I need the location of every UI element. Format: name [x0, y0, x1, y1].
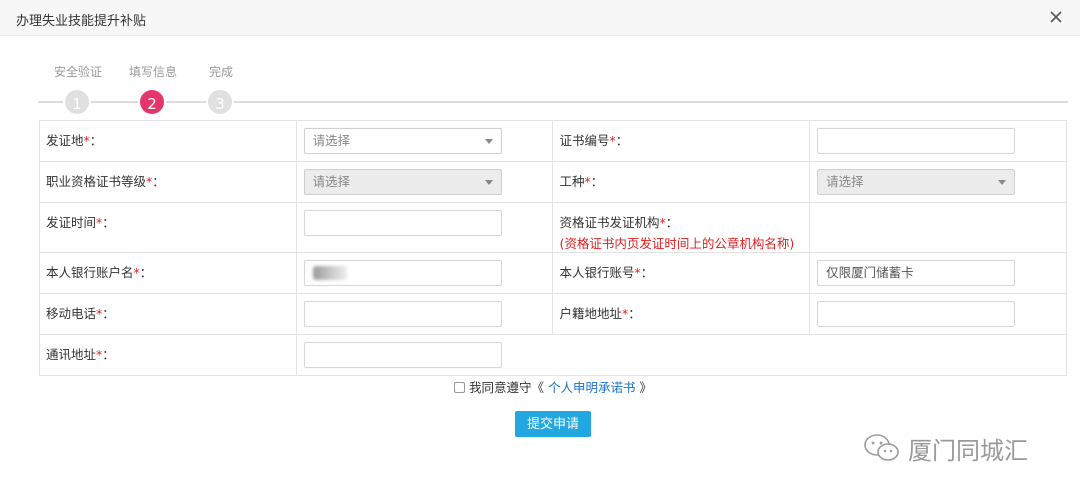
- household-address-input[interactable]: [817, 301, 1016, 327]
- cert-number-input[interactable]: [817, 128, 1016, 154]
- cert-date-input[interactable]: [303, 210, 502, 236]
- watermark-text: 厦门同城汇: [908, 436, 1028, 465]
- agreement-prefix: 我同意遵守《: [469, 380, 545, 395]
- cert-place-label: 发证地*：: [39, 120, 297, 162]
- mail-address-input[interactable]: [303, 342, 502, 368]
- step-fill-info: 填写信息 2: [118, 62, 188, 116]
- step-number: 2: [138, 88, 166, 116]
- mobile-input[interactable]: [303, 301, 502, 327]
- mail-address-label: 通讯地址*：: [39, 334, 297, 376]
- step-security-verification: 安全验证 1: [43, 62, 113, 116]
- application-form: 发证地*： 请选择 证书编号*： 职业资格证书等级*： 请选择 工种*： 请选择…: [39, 120, 1068, 376]
- mobile-label: 移动电话*：: [39, 293, 297, 335]
- step-label: 安全验证: [53, 65, 102, 79]
- step-label: 填写信息: [128, 65, 177, 79]
- redacted-name: [312, 266, 347, 280]
- wechat-icon: [864, 434, 899, 461]
- step-label: 完成: [208, 65, 233, 79]
- household-address-label: 户籍地地址*：: [552, 293, 811, 335]
- agreement-link[interactable]: 个人申明承诺书: [544, 380, 639, 395]
- cert-level-select[interactable]: 请选择: [303, 169, 502, 195]
- job-type-select[interactable]: 请选择: [817, 169, 1016, 195]
- step-number: 1: [63, 88, 91, 116]
- chevron-down-icon: [484, 139, 493, 144]
- submit-button[interactable]: 提交申请: [515, 411, 591, 437]
- chevron-down-icon: [484, 180, 493, 185]
- job-type-label: 工种*：: [552, 161, 811, 203]
- dialog-header: 办理失业技能提升补贴: [0, 0, 1080, 36]
- step-complete: 完成 3: [186, 62, 256, 116]
- agreement-row: 我同意遵守《 个人申明承诺书 》: [454, 377, 652, 396]
- cert-level-label: 职业资格证书等级*：: [39, 161, 297, 203]
- chevron-down-icon: [998, 180, 1007, 185]
- progress-line: [38, 101, 1068, 103]
- bank-account-name-label: 本人银行账户名*：: [39, 252, 297, 294]
- cert-date-label: 发证时间*：: [39, 202, 297, 253]
- agreement-checkbox[interactable]: [454, 382, 465, 393]
- dialog-title: 办理失业技能提升补贴: [16, 14, 147, 29]
- bank-account-number-label: 本人银行账号*：: [552, 252, 811, 294]
- agreement-suffix: 》: [639, 380, 652, 395]
- bank-account-number-input[interactable]: 仅限厦门储蓄卡: [817, 260, 1016, 286]
- cert-authority-value: [809, 202, 1067, 253]
- progress-steps: 安全验证 1 填写信息 2 完成 3: [38, 62, 1068, 118]
- cert-authority-label: 资格证书发证机构*： (资格证书内页发证时间上的公章机构名称): [552, 202, 811, 253]
- watermark: 厦门同城汇: [862, 430, 1028, 466]
- cert-authority-note: (资格证书内页发证时间上的公章机构名称): [559, 236, 795, 251]
- step-number: 3: [206, 88, 234, 116]
- bank-account-name-input[interactable]: [303, 260, 502, 286]
- close-icon[interactable]: [1046, 7, 1066, 27]
- cert-place-select[interactable]: 请选择: [303, 128, 502, 154]
- cert-number-label: 证书编号*：: [552, 120, 811, 162]
